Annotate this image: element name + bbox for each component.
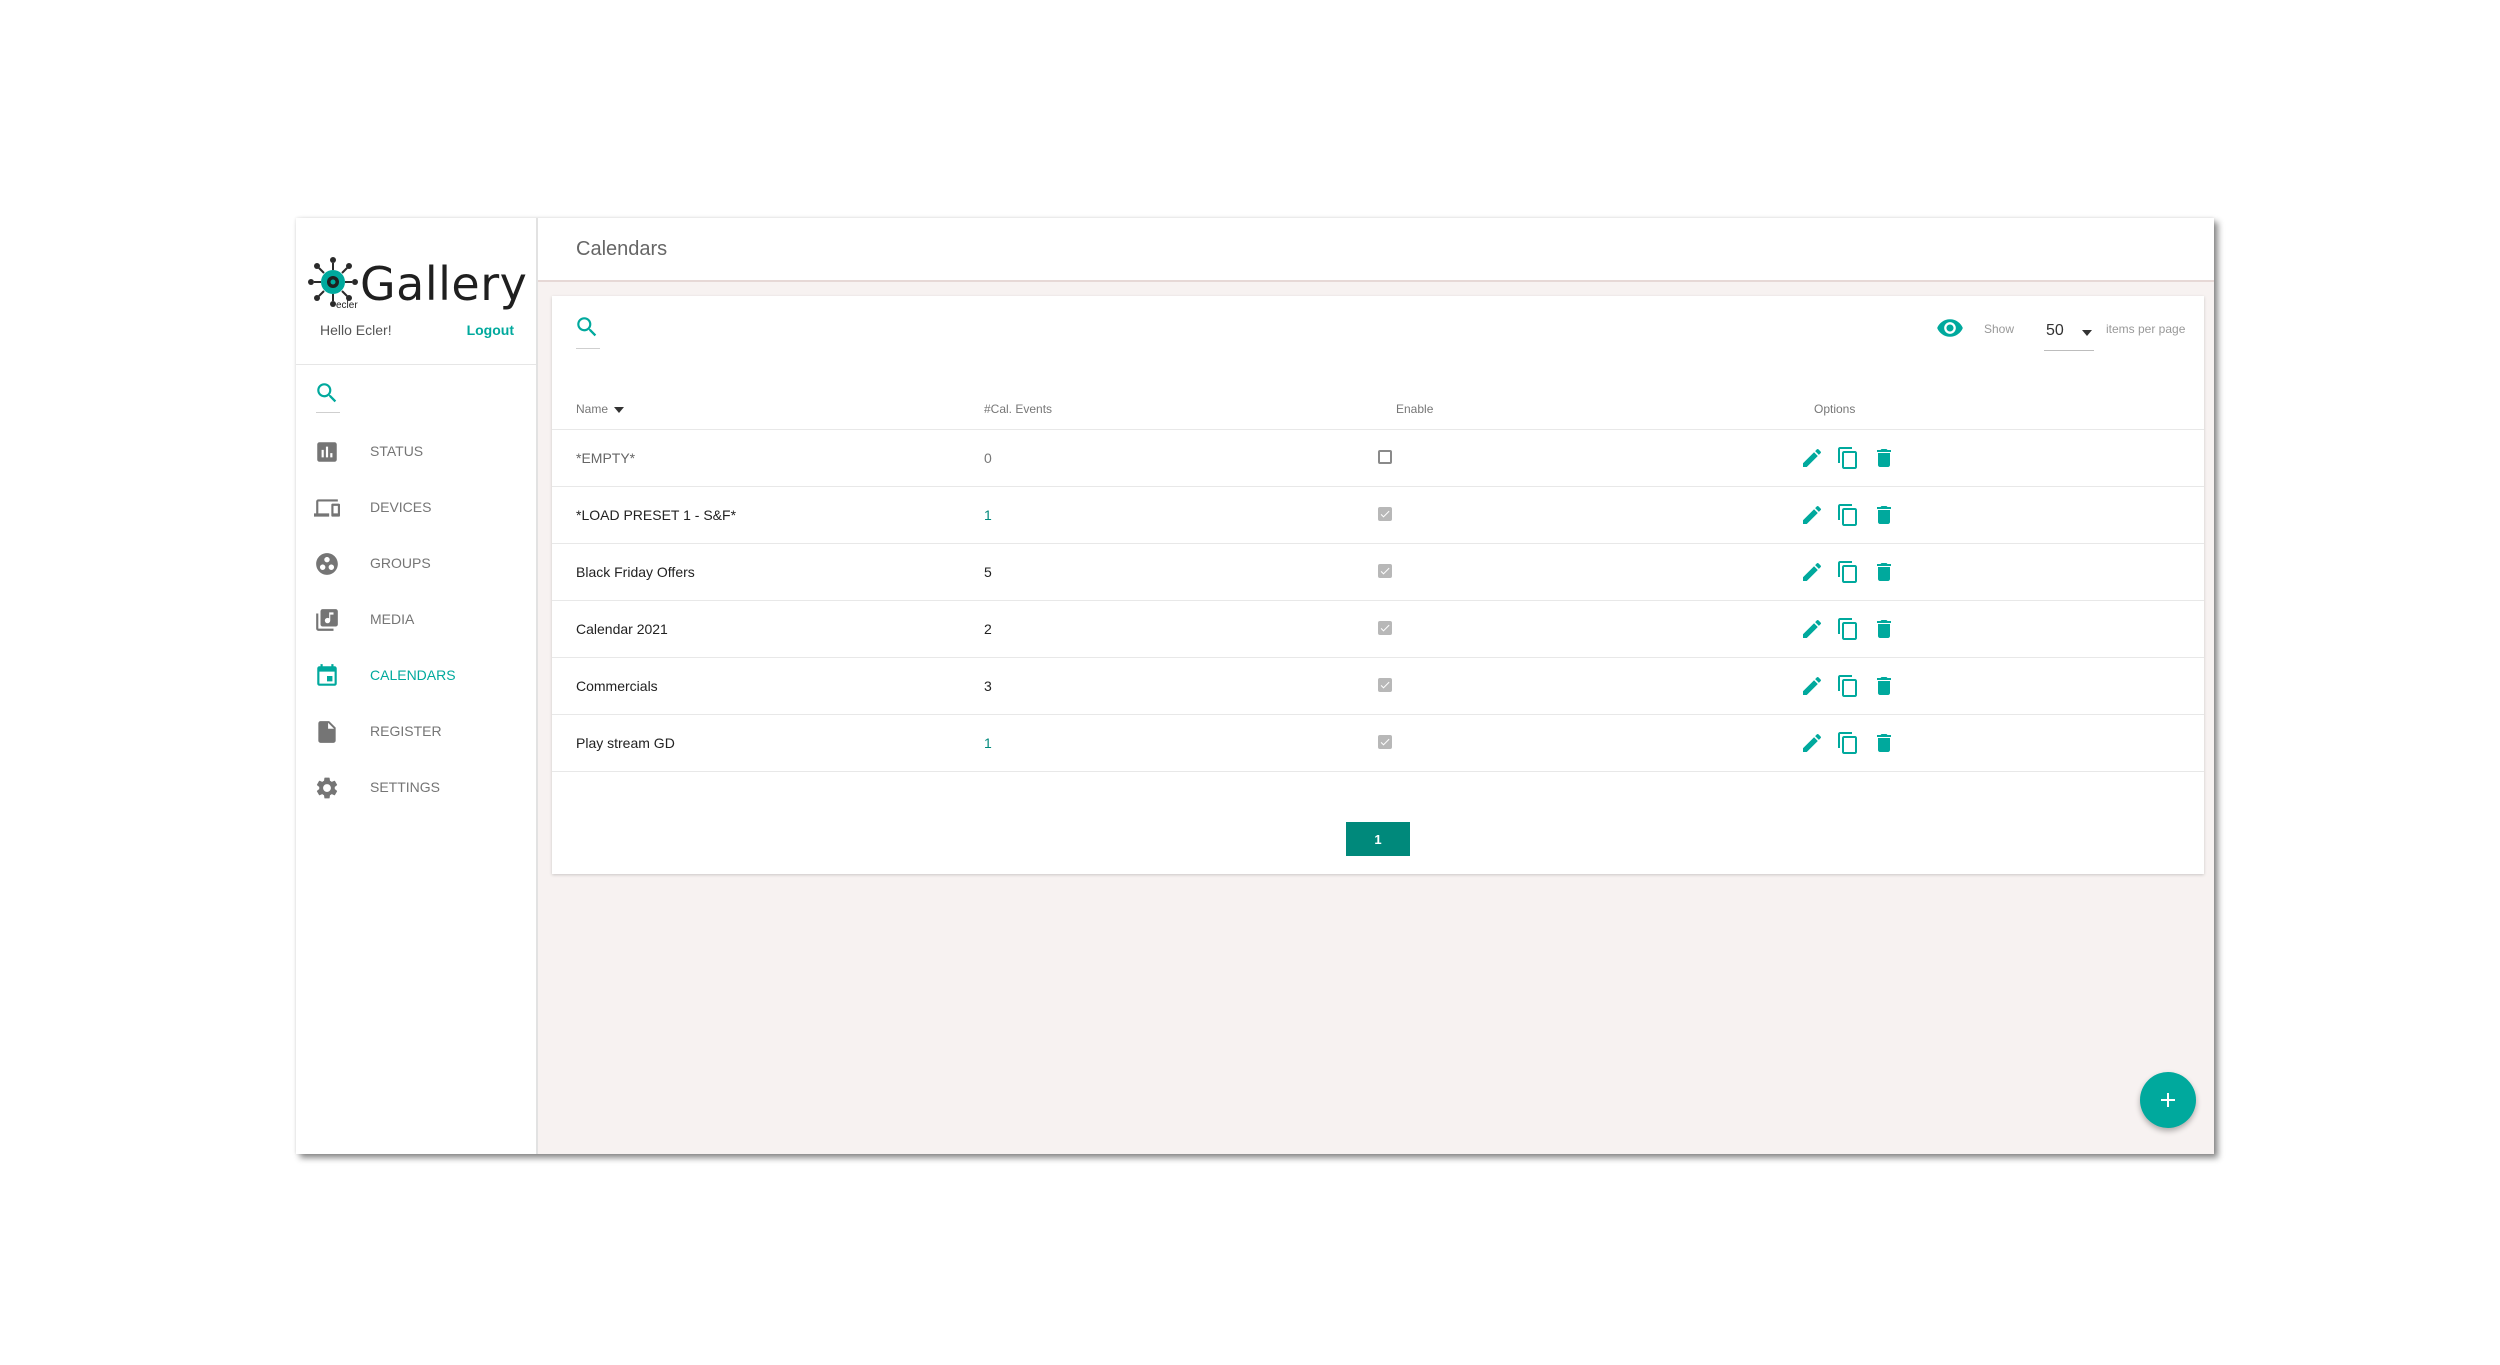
sidebar-item-media[interactable]: MEDIA <box>296 592 536 648</box>
app-window: Gallery ecler Hello Ecler! Logout STATUS… <box>296 218 2214 1154</box>
column-header-enable: Enable <box>1396 402 1434 416</box>
copy-icon[interactable] <box>1836 560 1860 584</box>
table-row[interactable]: Black Friday Offers 5 <box>552 544 2204 601</box>
groups-icon <box>314 551 340 577</box>
chevron-down-icon <box>2082 330 2092 336</box>
sidebar-item-status[interactable]: STATUS <box>296 424 536 480</box>
sidebar-item-label: SETTINGS <box>370 779 441 795</box>
delete-icon[interactable] <box>1872 446 1896 470</box>
show-label: Show <box>1984 322 2015 336</box>
edit-icon[interactable] <box>1800 446 1824 470</box>
sidebar-item-label: REGISTER <box>370 723 442 739</box>
sidebar: Gallery ecler Hello Ecler! Logout STATUS… <box>296 218 538 1154</box>
sidebar-item-settings[interactable]: SETTINGS <box>296 760 536 816</box>
greeting: Hello Ecler! <box>320 322 392 338</box>
table-row[interactable]: *EMPTY* 0 <box>552 430 2204 487</box>
event-count: 0 <box>984 450 992 466</box>
search-icon[interactable] <box>574 314 600 340</box>
bar-chart-icon <box>314 439 340 465</box>
column-header-label: Name <box>576 402 609 416</box>
media-library-icon <box>314 607 340 633</box>
logout-link[interactable]: Logout <box>467 322 514 338</box>
event-count[interactable]: 1 <box>984 507 992 523</box>
calendar-name: Commercials <box>576 678 658 694</box>
devices-icon <box>314 495 340 521</box>
calendar-icon <box>314 663 340 689</box>
delete-icon[interactable] <box>1872 503 1896 527</box>
table-row[interactable]: Play stream GD 1 <box>552 715 2204 772</box>
delete-icon[interactable] <box>1872 731 1896 755</box>
calendar-name: *LOAD PRESET 1 - S&F* <box>576 507 737 523</box>
table-search-input[interactable] <box>576 348 600 349</box>
table-row[interactable]: Commercials 3 <box>552 658 2204 715</box>
sidebar-item-label: CALENDARS <box>370 667 456 683</box>
sidebar-item-label: GROUPS <box>370 555 431 571</box>
sidebar-item-register[interactable]: REGISTER <box>296 704 536 760</box>
page-title: Calendars <box>576 238 668 260</box>
event-count: 5 <box>984 564 992 580</box>
event-count[interactable]: 1 <box>984 735 992 751</box>
edit-icon[interactable] <box>1800 674 1824 698</box>
enable-checkbox[interactable] <box>1378 564 1392 578</box>
logo-subtext: ecler <box>336 300 358 311</box>
enable-checkbox[interactable] <box>1378 678 1392 692</box>
event-count: 2 <box>984 621 992 637</box>
calendar-name: Black Friday Offers <box>576 564 695 580</box>
add-calendar-button[interactable] <box>2140 1072 2196 1128</box>
calendars-card: Show 50 items per page Name #Cal. Events… <box>552 296 2204 874</box>
logo-text: Gallery <box>360 257 528 311</box>
sidebar-item-label: DEVICES <box>370 499 432 515</box>
page-header: Calendars <box>538 218 2214 282</box>
column-header-options: Options <box>1814 402 1856 416</box>
copy-icon[interactable] <box>1836 617 1860 641</box>
copy-icon[interactable] <box>1836 503 1860 527</box>
sidebar-item-calendars[interactable]: CALENDARS <box>296 648 536 704</box>
table-row[interactable]: *LOAD PRESET 1 - S&F* 1 <box>552 487 2204 544</box>
calendar-name: Play stream GD <box>576 735 675 751</box>
edit-icon[interactable] <box>1800 617 1824 641</box>
sidebar-item-groups[interactable]: GROUPS <box>296 536 536 592</box>
file-icon <box>314 719 340 745</box>
column-header-name[interactable]: Name <box>576 402 625 416</box>
event-count: 3 <box>984 678 992 694</box>
calendar-name: *EMPTY* <box>576 450 636 466</box>
sidebar-item-label: MEDIA <box>370 611 415 627</box>
edit-icon[interactable] <box>1800 560 1824 584</box>
gear-icon <box>314 775 340 801</box>
enable-checkbox[interactable] <box>1378 507 1392 521</box>
sidebar-search-input[interactable] <box>316 412 340 413</box>
enable-checkbox[interactable] <box>1378 735 1392 749</box>
delete-icon[interactable] <box>1872 617 1896 641</box>
search-icon[interactable] <box>314 380 340 406</box>
sidebar-item-label: STATUS <box>370 443 424 459</box>
pagination-page-button[interactable]: 1 <box>1346 822 1410 856</box>
delete-icon[interactable] <box>1872 674 1896 698</box>
gallery-logo: Gallery ecler <box>308 256 527 314</box>
edit-icon[interactable] <box>1800 503 1824 527</box>
column-header-events: #Cal. Events <box>984 402 1053 416</box>
copy-icon[interactable] <box>1836 731 1860 755</box>
divider <box>296 364 536 365</box>
delete-icon[interactable] <box>1872 560 1896 584</box>
edit-icon[interactable] <box>1800 731 1824 755</box>
plus-icon <box>2161 1093 2175 1107</box>
copy-icon[interactable] <box>1836 674 1860 698</box>
copy-icon[interactable] <box>1836 446 1860 470</box>
items-per-page-select[interactable]: 50 <box>2044 312 2094 351</box>
calendar-name: Calendar 2021 <box>576 621 668 637</box>
enable-checkbox[interactable] <box>1378 621 1392 635</box>
enable-checkbox[interactable] <box>1378 450 1392 464</box>
table-row[interactable]: Calendar 2021 2 <box>552 601 2204 658</box>
items-per-page-label: items per page <box>2106 322 2186 336</box>
sidebar-item-devices[interactable]: DEVICES <box>296 480 536 536</box>
sidebar-nav: STATUS DEVICES GROUPS MEDIA CALENDARS RE… <box>296 424 536 816</box>
items-per-page-value: 50 <box>2046 322 2064 339</box>
sort-desc-icon <box>614 406 625 413</box>
eye-icon[interactable] <box>1936 314 1964 342</box>
calendar-table-body: *EMPTY* 0 *LOAD PRESET 1 - S&F* 1 Black Frid… <box>552 430 2204 772</box>
